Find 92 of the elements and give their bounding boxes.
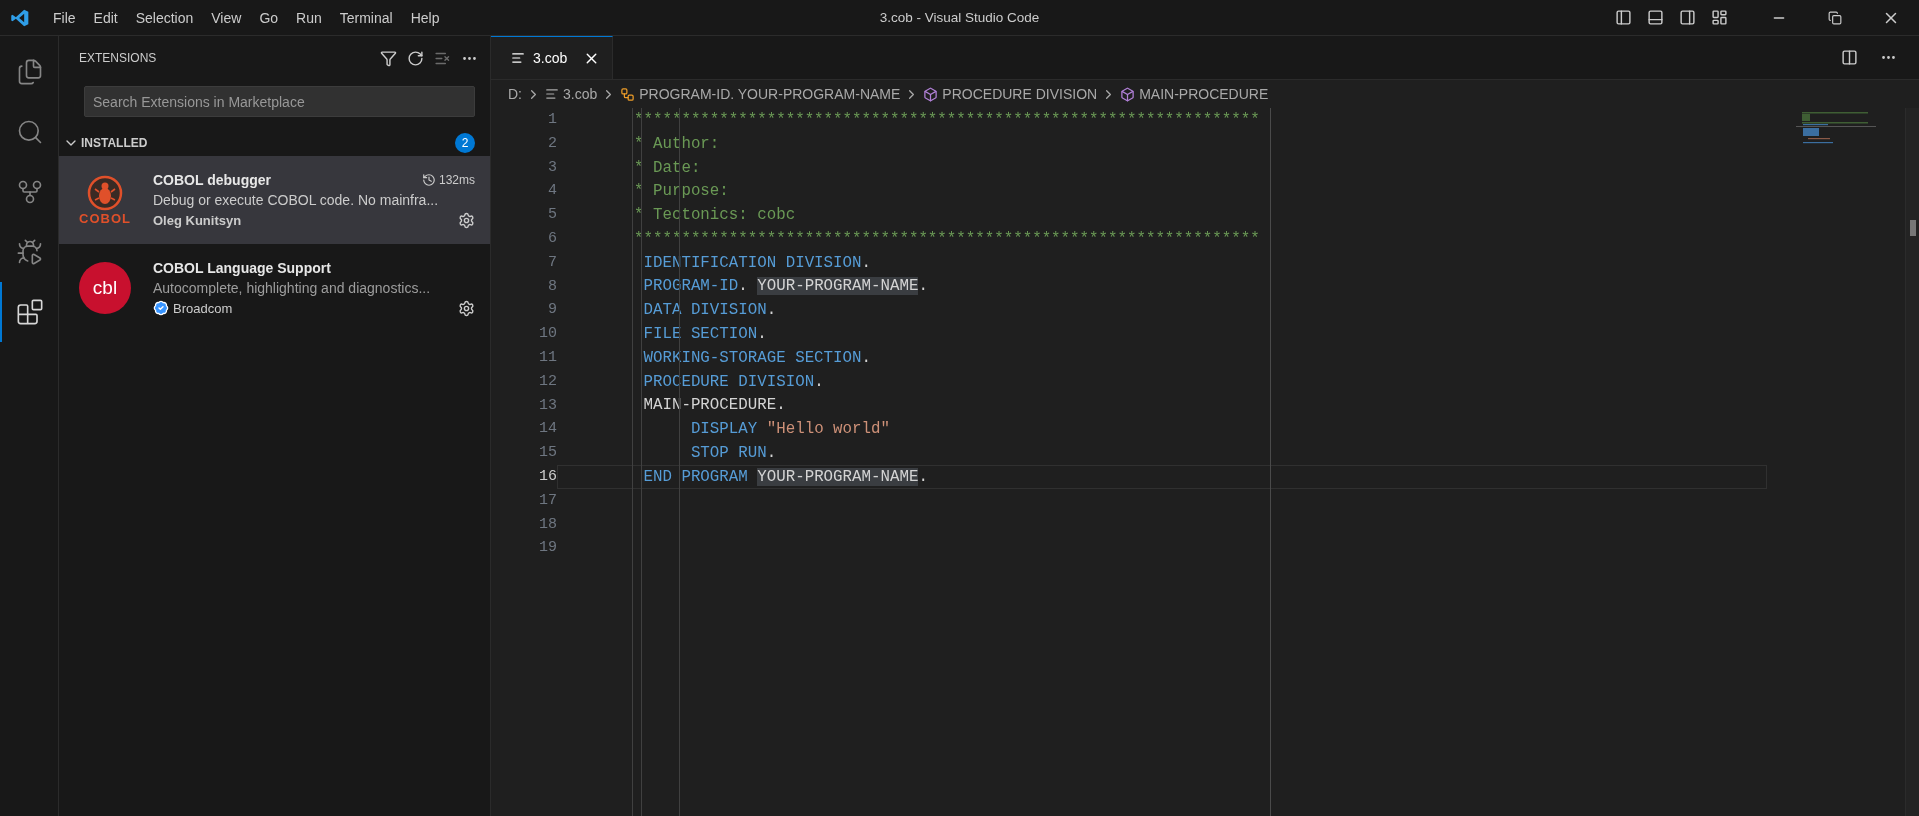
- menu-item[interactable]: Run: [287, 5, 331, 30]
- extension-name: COBOL debugger: [153, 171, 271, 188]
- history-icon: [421, 172, 436, 187]
- blocks-icon: [16, 298, 44, 326]
- section-title[interactable]: INSTALLED: [81, 136, 148, 150]
- bug-logo-icon: [87, 175, 123, 211]
- tab-label: 3.cob: [533, 50, 568, 66]
- extension-name: COBOL Language Support: [153, 259, 331, 276]
- scrollbar[interactable]: [1905, 108, 1919, 816]
- filter-icon[interactable]: [380, 49, 397, 67]
- cube-icon: [923, 86, 939, 102]
- menu-item[interactable]: Go: [250, 5, 288, 30]
- line-number: 19: [538, 538, 557, 559]
- line-number: 2: [547, 133, 557, 154]
- editor-tab[interactable]: 3.cob: [491, 36, 613, 79]
- line-number: 10: [538, 324, 557, 345]
- app-logo-icon: [10, 7, 30, 28]
- window-title: 3.cob - Visual Studio Code: [879, 10, 1040, 25]
- extension-description: Autocomplete, highlighting and diagnostics...: [153, 279, 432, 296]
- toggle-panel-icon[interactable]: [1646, 9, 1664, 26]
- line-number: 12: [538, 371, 557, 392]
- toggle-secondary-sidebar-icon[interactable]: [1678, 9, 1696, 26]
- logo-badge: cbl: [79, 262, 131, 314]
- code-line: * Date:: [634, 157, 701, 179]
- line-number: 4: [547, 181, 557, 202]
- code-line: * Author:: [634, 133, 720, 155]
- activation-time: 132ms: [421, 172, 475, 187]
- settings-icon[interactable]: [458, 211, 475, 229]
- line-number: 3: [547, 157, 557, 178]
- code-line: * Purpose:: [634, 181, 729, 203]
- publisher-name: Oleg Kunitsyn: [153, 212, 242, 228]
- minimap-drawing[interactable]: [1796, 112, 1876, 146]
- extension-item[interactable]: COBOL COBOL debugger 132ms Debug or execute COBOL code. No mainfra... Oleg Kunitsyn: [59, 156, 490, 244]
- code-line: MAIN-PROCEDURE.: [642, 395, 786, 417]
- code-line: DATA DIVISION.: [642, 300, 777, 322]
- line-number: 8: [547, 276, 557, 297]
- line-number: 7: [547, 252, 557, 273]
- scrollbar-thumb[interactable]: [1910, 220, 1916, 236]
- line-number: 1: [547, 110, 557, 130]
- line-number: 6: [547, 229, 557, 249]
- menu-item[interactable]: Edit: [84, 5, 127, 30]
- branch-icon: [16, 178, 44, 206]
- code-line: PROGRAM-ID. YOUR-PROGRAM-NAME.: [642, 276, 928, 298]
- extension-item[interactable]: cbl COBOL Language Support Autocomplete, highlighting and diagnostics... Broadcom: [59, 244, 490, 332]
- refresh-icon[interactable]: [407, 49, 424, 67]
- search-field[interactable]: Search Extensions in Marketplace: [84, 86, 475, 117]
- code-line: PROCEDURE DIVISION.: [642, 371, 824, 393]
- split-editor-icon[interactable]: [1841, 49, 1858, 66]
- code-line: END PROGRAM YOUR-PROGRAM-NAME.: [642, 466, 928, 488]
- line-number: 15: [538, 443, 557, 464]
- breadcrumb-item[interactable]: D:: [508, 86, 522, 102]
- code-line: WORKING-STORAGE SECTION.: [642, 347, 871, 369]
- layout-icon[interactable]: [1710, 9, 1728, 26]
- menu-item[interactable]: Help: [401, 5, 449, 30]
- line-number: 11: [538, 347, 557, 368]
- sidebar-title: EXTENSIONS: [79, 51, 157, 65]
- code-line: ******************************************************************: [634, 109, 1260, 131]
- code-line: STOP RUN.: [689, 443, 777, 465]
- play-bug-icon: [16, 238, 44, 266]
- code-line: ******************************************************************: [634, 228, 1260, 250]
- code-line: DISPLAY "Hello world": [689, 419, 890, 441]
- restore-icon[interactable]: [1828, 10, 1842, 25]
- menu-item[interactable]: Terminal: [330, 5, 402, 30]
- line-number: 5: [547, 205, 557, 226]
- settings-icon[interactable]: [458, 299, 475, 317]
- logo-text: COBOL: [79, 211, 131, 226]
- breadcrumb-item[interactable]: 3.cob: [563, 86, 598, 102]
- file-icon: [511, 51, 525, 65]
- line-number: 18: [538, 514, 557, 535]
- code-line: IDENTIFICATION DIVISION.: [642, 252, 871, 274]
- menu-item[interactable]: View: [202, 5, 251, 30]
- structure-icon: [620, 86, 636, 102]
- extension-description: Debug or execute COBOL code. No mainfra...: [153, 191, 440, 208]
- line-number: 16: [538, 466, 557, 487]
- menu-item[interactable]: File: [44, 5, 85, 30]
- cube-icon: [1120, 86, 1136, 102]
- line-number: 14: [538, 419, 557, 440]
- code-line: * Tectonics: cobc: [634, 205, 796, 227]
- toggle-sidebar-icon[interactable]: [1614, 9, 1632, 26]
- breadcrumb-item[interactable]: PROCEDURE DIVISION: [942, 86, 1098, 102]
- menu-item[interactable]: Selection: [126, 5, 203, 30]
- count-badge: 2: [455, 133, 475, 153]
- line-number: 17: [538, 490, 557, 511]
- line-number: 9: [547, 300, 557, 321]
- search-icon: [16, 118, 44, 146]
- breadcrumb-item[interactable]: MAIN-PROCEDURE: [1139, 86, 1269, 102]
- publisher-name: Broadcom: [173, 300, 233, 316]
- code-line: FILE SECTION.: [642, 324, 767, 346]
- file-icon: [545, 87, 559, 101]
- files-icon: [16, 58, 44, 86]
- line-number: 13: [538, 395, 557, 416]
- breadcrumb-item[interactable]: PROGRAM-ID. YOUR-PROGRAM-NAME: [639, 86, 901, 102]
